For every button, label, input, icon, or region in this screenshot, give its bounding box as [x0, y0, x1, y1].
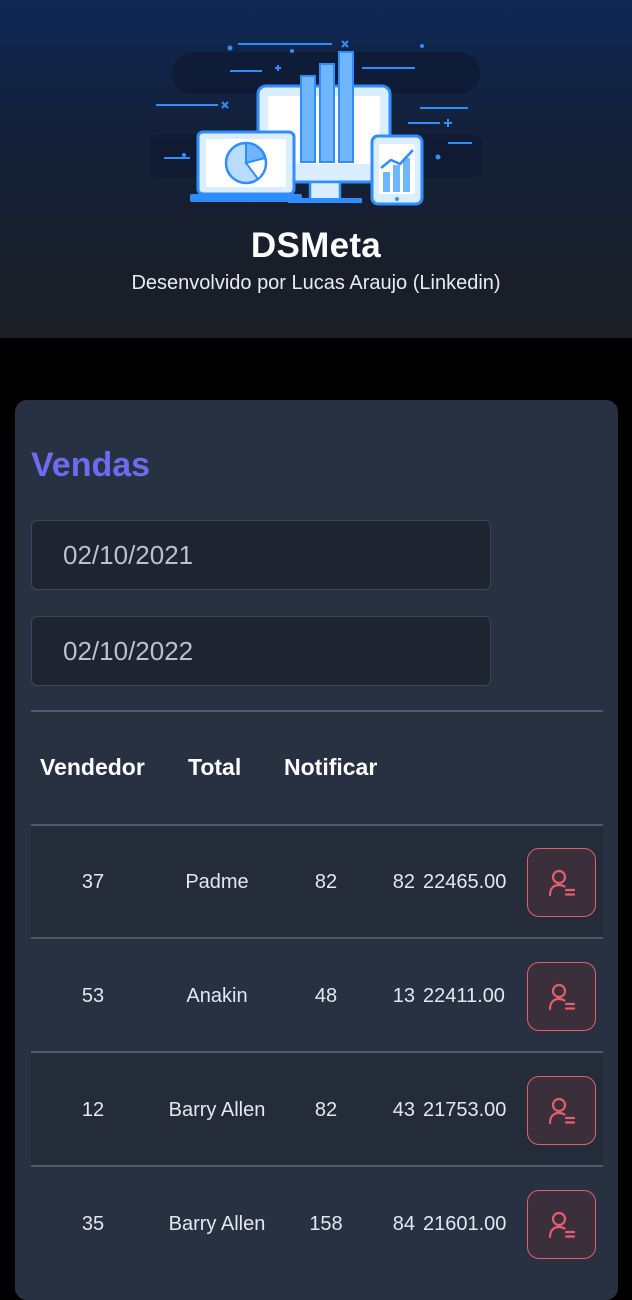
sale-amount: 22465.00: [423, 871, 507, 893]
app-title: DSMeta: [250, 226, 382, 265]
column-header-seller: Vendedor: [40, 754, 145, 780]
app-subtitle: Desenvolvido por Lucas Araujo (Linkedin): [131, 272, 501, 294]
deals-count: 84: [392, 1213, 415, 1235]
notify-button[interactable]: [527, 848, 596, 917]
deals-count: 43: [392, 1099, 415, 1121]
seller-name: Padme: [185, 871, 249, 893]
app-header: DSMeta Desenvolvido por Lucas Araujo (Li…: [0, 0, 632, 338]
sale-id: 37: [81, 871, 105, 893]
sales-card: Vendas Vendedor Total Notificar 37 Padme…: [15, 400, 618, 1300]
user-notify-icon: [548, 869, 575, 896]
dashboard-devices-illustration: [150, 40, 482, 206]
visited-count: 158: [309, 1213, 343, 1235]
sale-amount: 21601.00: [423, 1213, 507, 1235]
seller-name: Barry Allen: [168, 1099, 266, 1121]
table-row: 53 Anakin 48 13 22411.00: [31, 940, 603, 1053]
table-row: 37 Padme 82 82 22465.00: [31, 826, 603, 939]
seller-name: Barry Allen: [168, 1213, 266, 1235]
sale-amount: 22411.00: [423, 985, 505, 1007]
visited-count: 48: [314, 985, 338, 1007]
user-notify-icon: [548, 1097, 575, 1124]
sale-id: 35: [81, 1213, 105, 1235]
user-notify-icon: [548, 1211, 575, 1238]
visited-count: 82: [314, 871, 338, 893]
sale-amount: 21753.00: [423, 1099, 507, 1121]
column-header-notify: Notificar: [284, 754, 378, 780]
row-divider: [31, 1165, 603, 1167]
table-row: 12 Barry Allen 82 43 21753.00: [31, 1054, 603, 1167]
row-divider: [31, 1051, 603, 1053]
seller-name: Anakin: [186, 985, 248, 1007]
table-top-divider: [31, 710, 603, 712]
notify-button[interactable]: [527, 962, 596, 1031]
visited-count: 82: [314, 1099, 338, 1121]
deals-count: 13: [392, 985, 415, 1007]
max-date-input[interactable]: [31, 616, 491, 686]
user-notify-icon: [548, 983, 575, 1010]
sales-title: Vendas: [31, 446, 151, 484]
sale-id: 53: [81, 985, 105, 1007]
deals-count: 82: [392, 871, 415, 893]
notify-button[interactable]: [527, 1076, 596, 1145]
column-header-total: Total: [188, 754, 242, 780]
min-date-input[interactable]: [31, 520, 491, 590]
table-row: 35 Barry Allen 158 84 21601.00: [31, 1168, 603, 1281]
sale-id: 12: [81, 1099, 105, 1121]
row-divider: [31, 937, 603, 939]
notify-button[interactable]: [527, 1190, 596, 1259]
